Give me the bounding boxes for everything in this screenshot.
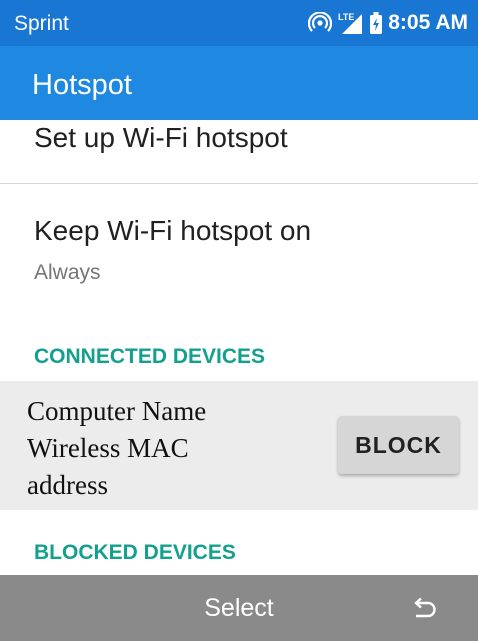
app-bar: Hotspot (0, 46, 478, 120)
blocked-devices-header: BLOCKED DEVICES (34, 541, 236, 564)
connected-devices-header: CONNECTED DEVICES (34, 345, 266, 368)
clock: 8:05 AM (388, 11, 468, 34)
battery-icon (370, 12, 383, 34)
keep-hotspot-on-label: Keep Wi-Fi hotspot on (34, 215, 312, 246)
setup-hotspot-label: Set up Wi-Fi hotspot (34, 122, 288, 153)
keep-hotspot-on-item[interactable]: Keep Wi-Fi hotspot on Always (0, 185, 478, 315)
page-title: Hotspot (32, 69, 132, 101)
carrier-label: Sprint (14, 12, 69, 35)
svg-text:LTE: LTE (338, 12, 354, 22)
hotspot-icon (308, 12, 333, 34)
keep-hotspot-on-value: Always (34, 261, 101, 284)
lte-signal-icon: LTE (338, 11, 364, 35)
select-softkey[interactable]: Select (0, 594, 478, 623)
block-button[interactable]: BLOCK (338, 416, 459, 474)
status-bar: Sprint LTE 8:05 AM (0, 0, 478, 46)
device-info: Computer Name Wireless MAC address (27, 396, 207, 500)
setup-hotspot-item[interactable]: Set up Wi-Fi hotspot (0, 120, 478, 184)
status-icons: LTE 8:05 AM (308, 10, 468, 36)
softkey-bar: Select (0, 575, 478, 641)
connected-device-item[interactable]: Computer Name Wireless MAC address BLOCK (0, 381, 478, 510)
back-icon[interactable] (412, 597, 438, 621)
